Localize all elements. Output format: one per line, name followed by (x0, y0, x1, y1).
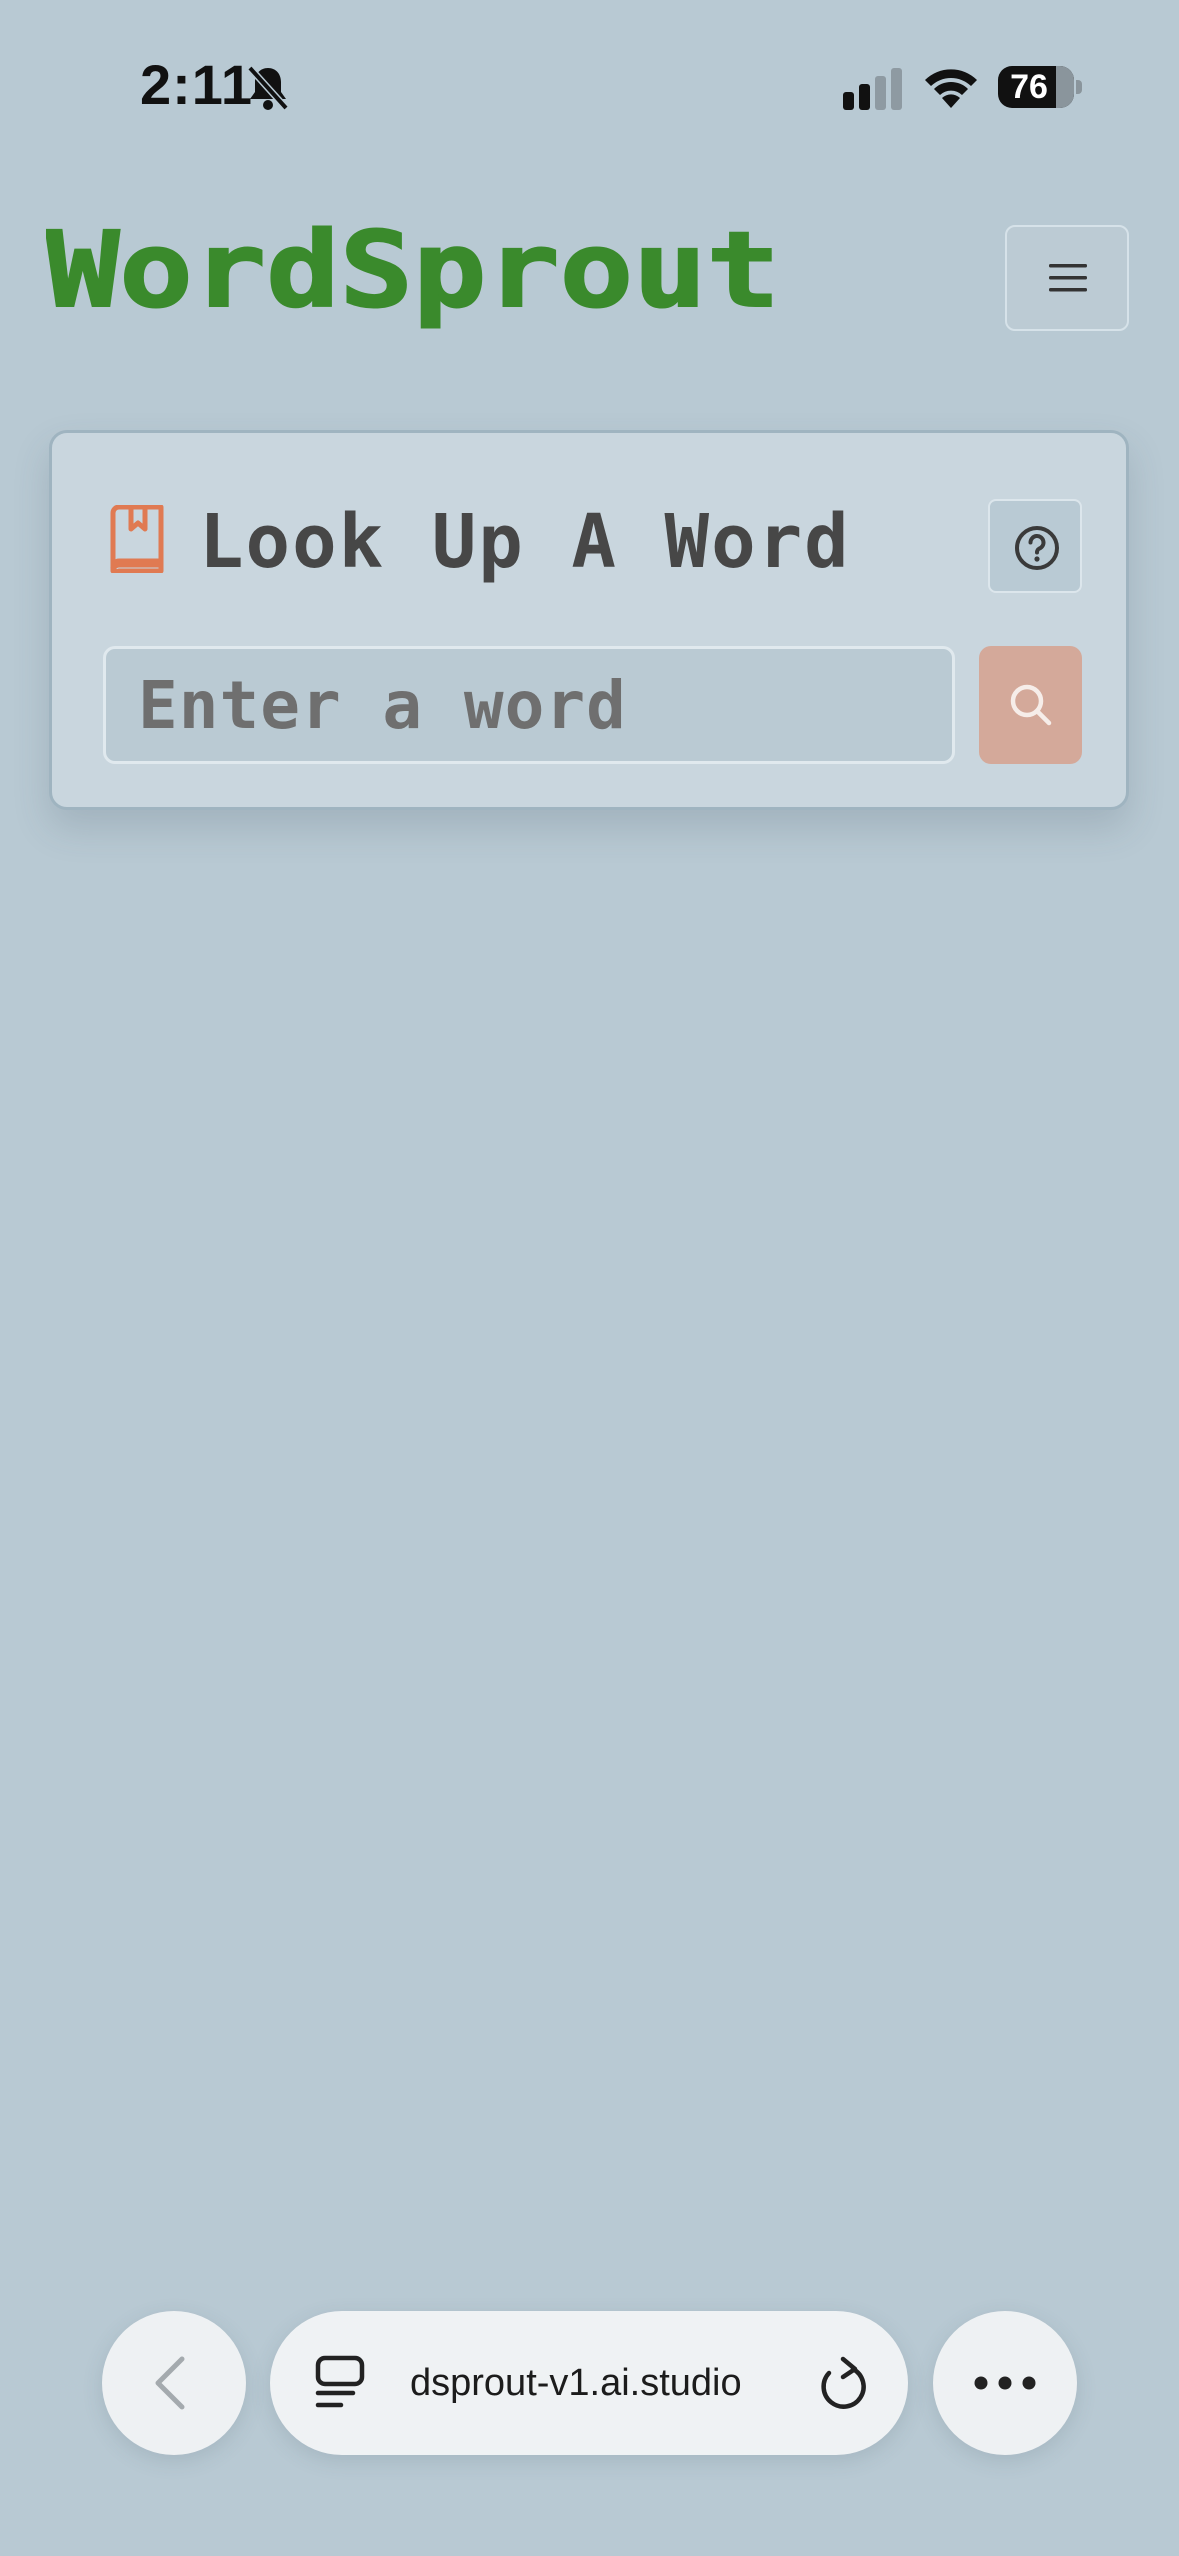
tabs-icon (315, 2355, 365, 2408)
card-title: Look Up A Word (199, 499, 851, 585)
status-bar: 2:11 76 (0, 0, 1179, 175)
book-bookmark-icon (110, 505, 164, 573)
help-button[interactable] (988, 499, 1082, 593)
menu-button[interactable] (1005, 225, 1129, 331)
reload-icon[interactable] (815, 2355, 869, 2413)
app-name: WordSprout (46, 220, 780, 330)
search-icon (1010, 684, 1052, 726)
url-bar[interactable]: dsprout-v1.ai.studio (270, 2311, 908, 2455)
browser-back-button[interactable] (102, 2311, 246, 2455)
bell-slash-icon (247, 65, 289, 111)
lookup-card: Look Up A Word (49, 430, 1129, 810)
search-button[interactable] (979, 646, 1082, 764)
more-dots-icon (974, 2376, 1036, 2390)
hamburger-menu-icon (1049, 264, 1087, 292)
battery-level: 76 (1010, 68, 1048, 106)
wifi-icon (925, 69, 977, 108)
word-input[interactable] (103, 646, 955, 764)
chevron-left-icon (155, 2356, 185, 2410)
status-time: 2:11 (140, 53, 253, 116)
cellular-signal-icon (843, 68, 902, 110)
battery-icon: 76 (998, 66, 1082, 108)
browser-more-button[interactable] (933, 2311, 1077, 2455)
question-circle-icon (1015, 526, 1059, 570)
app-logo[interactable]: WordSprout (46, 220, 786, 330)
url-text: dsprout-v1.ai.studio (410, 2362, 742, 2404)
